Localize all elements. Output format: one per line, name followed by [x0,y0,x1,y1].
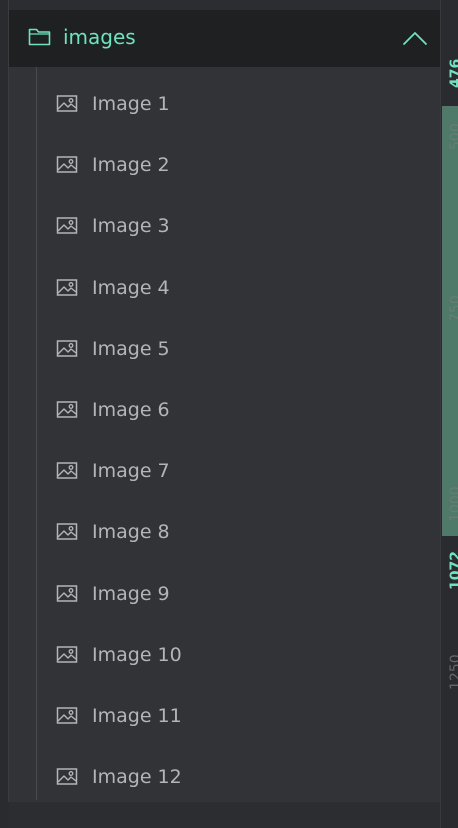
list-item-label: Image 6 [92,399,170,421]
image-icon [56,95,78,112]
list-item-image[interactable]: Image 9 [49,576,429,616]
list-item-label: Image 11 [92,705,182,727]
list-item-image[interactable]: Image 11 [49,698,429,738]
layers-panel-page: images Image 1 Image 2 Image 3 Image 4 Image… [0,0,458,828]
image-icon [56,340,78,357]
ruler-range-start: 476 [448,58,458,88]
folder-icon [28,28,51,46]
list-item-image[interactable]: Image 6 [49,392,429,432]
image-icon [56,462,78,479]
image-icon [56,217,78,234]
list-item-image[interactable]: Image 10 [49,637,429,677]
ruler-tick-label: 750 [448,295,458,322]
image-icon [56,707,78,724]
folder-label: images [63,25,136,49]
image-icon [56,156,78,173]
list-item-label: Image 12 [92,766,182,788]
image-icon [56,646,78,663]
list-item-image[interactable]: Image 5 [49,331,429,371]
list-item-image[interactable]: Image 4 [49,270,429,310]
layers-tree: images Image 1 Image 2 Image 3 Image 4 Image… [9,10,440,802]
chevron-up-icon[interactable] [401,28,429,48]
image-icon [56,768,78,785]
image-icon [56,523,78,540]
list-item-label: Image 2 [92,154,170,176]
list-item-image[interactable]: Image 1 [49,86,429,126]
list-item-image[interactable]: Image 12 [49,759,429,799]
tree-guide-line [36,67,37,800]
list-item-label: Image 4 [92,277,170,299]
ruler-tick-label: 1000 [448,486,458,522]
image-icon [56,401,78,418]
ruler-tick-label: 500 [448,123,458,150]
list-item-label: Image 7 [92,460,170,482]
ruler-range-end: 1072 [448,551,458,590]
list-item-label: Image 10 [92,644,182,666]
list-item-label: Image 9 [92,583,170,605]
image-icon [56,585,78,602]
image-icon [56,279,78,296]
list-item-label: Image 3 [92,215,170,237]
list-item-image[interactable]: Image 3 [49,208,429,248]
ruler-tick-label: 1250 [448,654,458,690]
list-item-label: Image 8 [92,521,170,543]
list-item-image[interactable]: Image 8 [49,514,429,554]
list-item-image[interactable]: Image 7 [49,453,429,493]
list-item-image[interactable]: Image 2 [49,147,429,187]
folder-row-images[interactable]: images [9,10,440,67]
list-item-label: Image 5 [92,338,170,360]
list-item-label: Image 1 [92,93,170,115]
